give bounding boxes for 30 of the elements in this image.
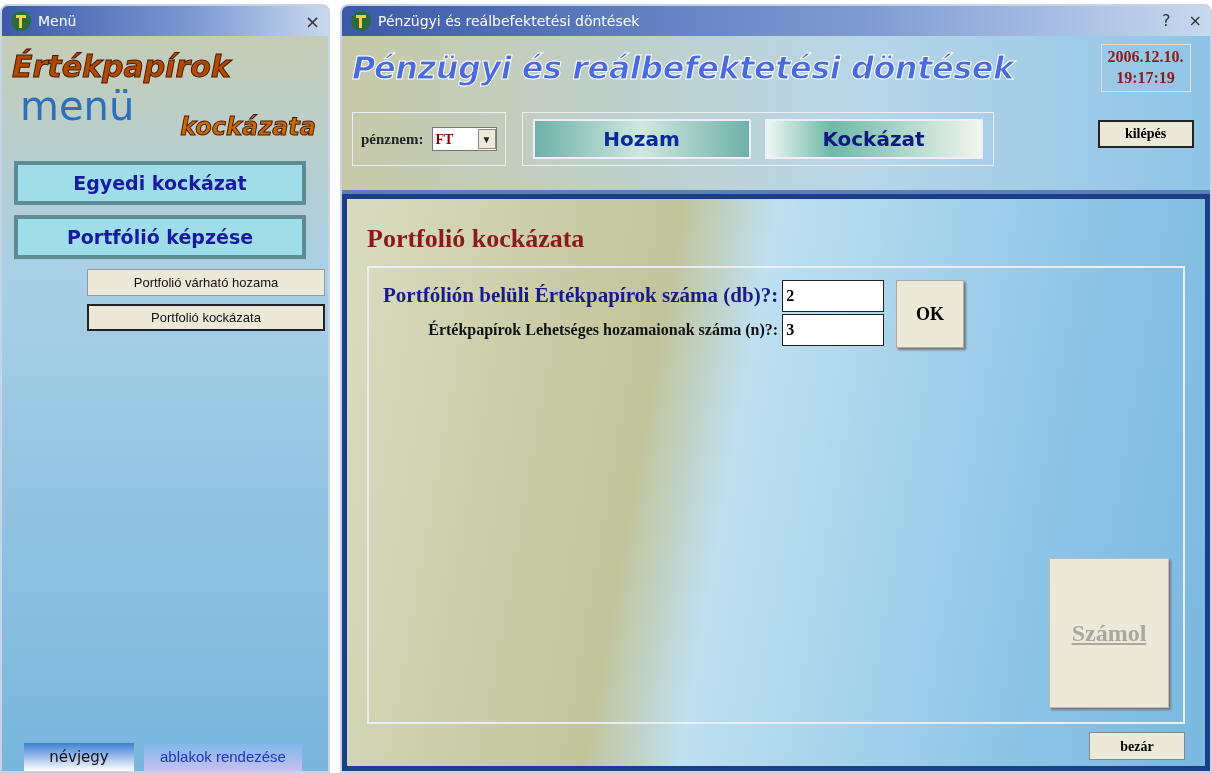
footer-button[interactable]: ablakok rendezése: [144, 743, 302, 771]
logo-text: Értékpapírok: [12, 48, 231, 86]
close-button[interactable]: ×: [1188, 9, 1202, 33]
help-button[interactable]: ?: [1162, 9, 1171, 33]
date-time: 2006.12.10. 19:17:19: [1100, 44, 1191, 92]
app-icon: [10, 10, 32, 32]
menu-button[interactable]: Portfolió várható hozama: [87, 269, 325, 296]
field-label: Értékpapírok Lehetséges hozamaionak száma (n)?:: [428, 319, 779, 341]
panel-heading: Portfolió kockázata: [367, 223, 586, 255]
menu-button[interactable]: Portfólió képzése: [14, 215, 306, 259]
logo-text: menü: [20, 86, 135, 126]
input-field[interactable]: 2: [782, 280, 885, 312]
app-heading: Pénzügyi és reálbefektetési döntések: [352, 48, 1017, 89]
menu-button[interactable]: Egyedi kockázat: [14, 161, 306, 205]
currency-select[interactable]: FT ▼: [431, 127, 497, 151]
window-title: Pénzügyi és reálbefektetési döntések: [378, 11, 640, 31]
window-title: Menü: [38, 11, 77, 31]
exit-button[interactable]: kilépés: [1097, 119, 1194, 148]
close-button[interactable]: ×: [304, 7, 320, 35]
close-button[interactable]: bezár: [1089, 732, 1185, 760]
input-field[interactable]: 3: [782, 314, 885, 346]
field-label: Portfólión belüli Értékpapírok száma (db)?:: [383, 282, 779, 310]
tab[interactable]: Kockázat: [764, 119, 983, 159]
footer-button[interactable]: névjegy: [24, 743, 134, 771]
app-icon: [350, 10, 372, 32]
tab[interactable]: Hozam: [532, 119, 751, 159]
ok-button[interactable]: OK: [896, 280, 965, 348]
menu-button[interactable]: Portfolió kockázata: [87, 304, 325, 331]
logo-text: kockázata: [180, 114, 316, 141]
currency-label: pénznem:: [361, 129, 424, 149]
